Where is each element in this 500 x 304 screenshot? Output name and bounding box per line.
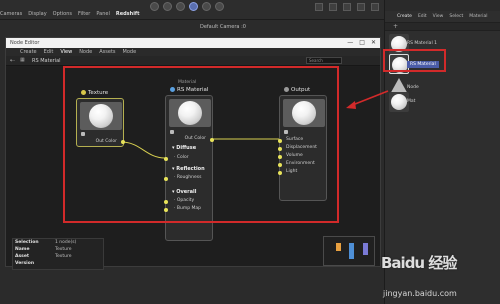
- rotate-icon[interactable]: [163, 2, 172, 11]
- tab-grid-icon[interactable]: ▦: [20, 57, 25, 63]
- attr-value: Texture: [55, 254, 72, 259]
- mm-menu-create[interactable]: Create: [397, 14, 412, 19]
- highlight-box-nodes: [63, 66, 339, 223]
- minimap-material-node: [349, 243, 354, 259]
- material-manager-toolbar: +: [385, 22, 500, 31]
- viewport-toolbar-right: [315, 3, 379, 11]
- move-icon[interactable]: [150, 2, 159, 11]
- ne-menu-mode[interactable]: Mode: [123, 49, 137, 55]
- viewport-toolbar: [150, 2, 224, 11]
- node-editor-title: Node Editor: [10, 40, 40, 46]
- minimap-texture-node: [336, 243, 341, 251]
- menu-filter[interactable]: Filter: [78, 11, 90, 17]
- menu-cameras[interactable]: Cameras: [0, 11, 22, 17]
- node-editor-tabbar: ⇠ ▦ RS Material Search: [6, 56, 380, 66]
- attr-value: 1 node(s): [55, 240, 77, 245]
- tab-rs-material[interactable]: RS Material: [32, 58, 61, 64]
- material-item[interactable]: Mat: [385, 90, 500, 114]
- material-label: Mat: [407, 99, 416, 104]
- highlight-box-material: [383, 49, 446, 72]
- attr-key: Version: [15, 261, 35, 266]
- attr-row: Version: [13, 260, 103, 267]
- settings-icon[interactable]: [371, 3, 379, 11]
- ne-menu-edit[interactable]: Edit: [44, 49, 54, 55]
- mm-menu-view[interactable]: View: [433, 14, 444, 19]
- window-controls: — □ ✕: [347, 39, 376, 46]
- scale-icon[interactable]: [176, 2, 185, 11]
- light-icon[interactable]: [357, 3, 365, 11]
- select-icon[interactable]: [189, 2, 198, 11]
- render-icon[interactable]: [202, 2, 211, 11]
- node-editor-menubar: Create Edit View Node Assets Mode: [6, 48, 380, 56]
- mm-menu-edit[interactable]: Edit: [418, 14, 427, 19]
- attributes-panel: Selection 1 node(s) Name Texture Asset T…: [12, 238, 104, 270]
- camera-icon[interactable]: [343, 3, 351, 11]
- attr-row: Asset Texture: [13, 253, 103, 260]
- menu-redshift[interactable]: Redshift: [116, 11, 140, 17]
- close-icon[interactable]: ✕: [371, 39, 376, 46]
- sphere-icon: [391, 94, 407, 110]
- ne-menu-create[interactable]: Create: [20, 49, 37, 55]
- mm-menu-material[interactable]: Material: [469, 14, 487, 19]
- attr-key: Name: [15, 247, 30, 252]
- back-arrow-icon[interactable]: ⇠: [10, 57, 15, 64]
- add-icon[interactable]: +: [393, 23, 398, 30]
- minimize-icon[interactable]: —: [347, 39, 353, 46]
- camera-label: Default Camera :0: [200, 24, 246, 30]
- attr-row: Selection 1 node(s): [13, 239, 103, 246]
- node-editor-titlebar[interactable]: Node Editor — □ ✕: [6, 38, 380, 48]
- attr-row: Name Texture: [13, 246, 103, 253]
- mm-menu-select[interactable]: Select: [449, 14, 463, 19]
- grid-icon[interactable]: [329, 3, 337, 11]
- baidu-watermark: Baidu 经验: [381, 254, 457, 272]
- snap-icon[interactable]: [215, 2, 224, 11]
- panel-top-bar: [385, 0, 500, 11]
- menu-panel[interactable]: Panel: [96, 11, 110, 17]
- attr-key: Selection: [15, 240, 39, 245]
- minimap-output-node: [363, 243, 368, 255]
- maximize-icon[interactable]: □: [359, 39, 365, 46]
- attr-key: Asset: [15, 254, 30, 259]
- ne-menu-view[interactable]: View: [60, 49, 72, 55]
- app-menu: Cameras Display Options Filter Panel Red…: [0, 11, 140, 17]
- material-label: RS Material 1: [407, 41, 437, 46]
- ne-menu-assets[interactable]: Assets: [99, 49, 115, 55]
- layout-icon[interactable]: [315, 3, 323, 11]
- menu-options[interactable]: Options: [53, 11, 72, 17]
- material-manager-menu: Create Edit View Select Material: [397, 14, 488, 19]
- attr-value[interactable]: Texture: [55, 247, 71, 252]
- menu-display[interactable]: Display: [28, 11, 46, 17]
- baidu-watermark-url: jingyan.baidu.com: [383, 289, 457, 298]
- node-minimap[interactable]: [323, 236, 375, 266]
- node-search-input[interactable]: Search: [306, 57, 342, 64]
- material-thumb: [389, 92, 409, 112]
- ne-menu-node[interactable]: Node: [79, 49, 92, 55]
